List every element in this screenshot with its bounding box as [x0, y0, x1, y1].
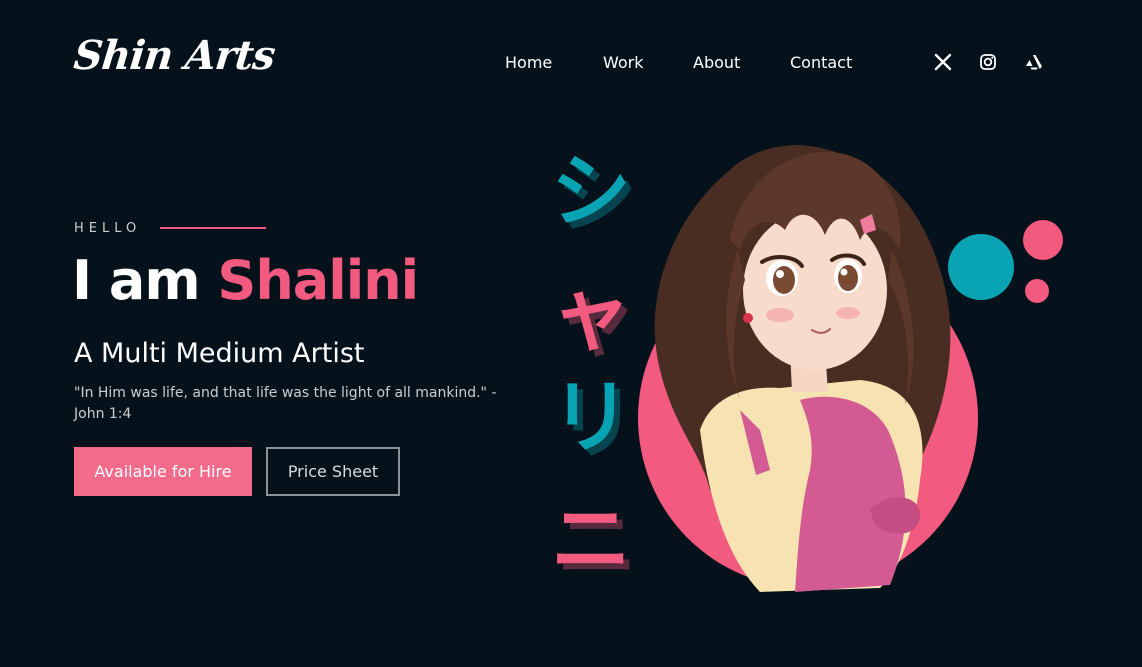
anime-girl-illustration	[638, 145, 978, 592]
bible-quote: "In Him was life, and that life was the …	[74, 385, 497, 422]
headline-prefix: I am	[72, 249, 201, 312]
nav-about[interactable]: About	[693, 52, 740, 74]
artstation-icon[interactable]	[1024, 52, 1044, 72]
nav-contact[interactable]: Contact	[790, 52, 852, 74]
pink-circle-decoration-small	[1025, 279, 1049, 303]
site-logo[interactable]: Shin Arts	[72, 32, 277, 79]
nav-work[interactable]: Work	[603, 52, 644, 74]
instagram-icon[interactable]	[978, 52, 998, 72]
eyebrow-divider	[160, 227, 266, 229]
headline-name: Shalini	[217, 249, 419, 312]
x-icon[interactable]	[933, 52, 953, 72]
subtitle: A Multi Medium Artist	[74, 338, 365, 369]
price-sheet-button[interactable]: Price Sheet	[266, 447, 400, 496]
pink-circle-decoration-large	[1023, 220, 1063, 260]
page-title: I am Shalini	[72, 248, 419, 314]
hello-eyebrow: HELLO	[74, 221, 142, 236]
available-for-hire-button[interactable]: Available for Hire	[74, 447, 252, 496]
nav-home[interactable]: Home	[505, 52, 552, 74]
